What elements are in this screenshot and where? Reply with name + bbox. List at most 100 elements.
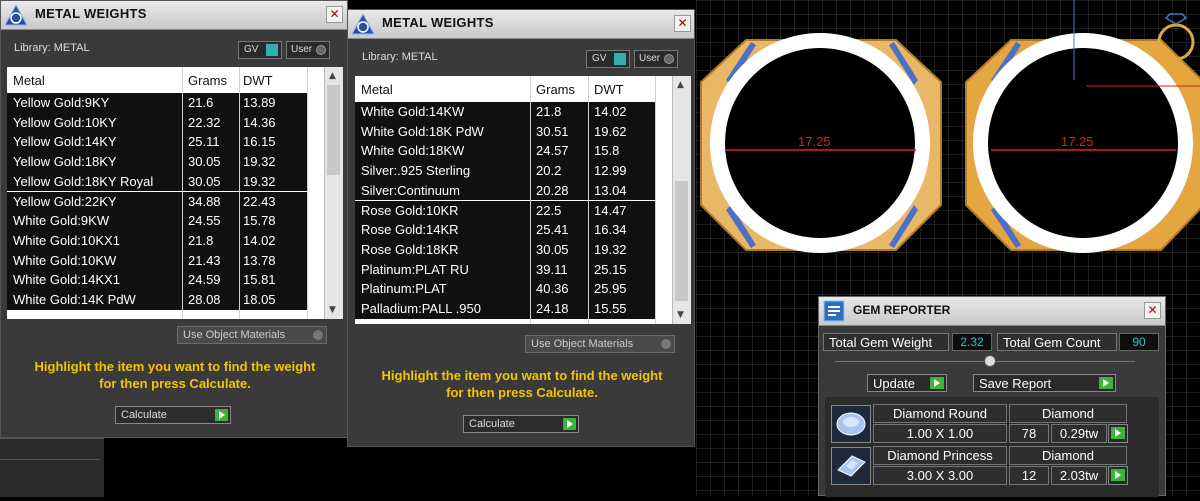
table-row[interactable]: White Gold:10KW 21.43 13.78 <box>7 250 307 271</box>
grams-value: 24.57 <box>536 143 569 159</box>
table-row[interactable]: Yellow Gold:10KY 22.32 14.36 <box>7 112 307 133</box>
table-row[interactable]: Yellow Gold:14KY 25.11 16.15 <box>7 132 307 153</box>
metal-name: Rose Gold:10KR <box>361 202 459 218</box>
gem-reporter-title: GEM REPORTER <box>853 303 951 317</box>
table-row[interactable]: Rose Gold:10KR 22.5 14.47 <box>355 200 655 221</box>
user-knob-icon <box>664 54 674 64</box>
gem-count: 12 <box>1009 466 1049 485</box>
gv-toggle[interactable]: GV <box>238 41 282 59</box>
gem-weight: 2.03tw <box>1051 466 1107 485</box>
calculate-button[interactable]: Calculate <box>463 415 579 433</box>
gem-select-button[interactable] <box>1108 466 1128 485</box>
instruction-text: Highlight the item you want to find the … <box>381 368 663 400</box>
scroll-thumb[interactable] <box>675 181 688 301</box>
play-icon <box>1111 469 1125 481</box>
metal-name: Yellow Gold:9KY <box>13 95 110 110</box>
save-report-button[interactable]: Save Report <box>973 374 1116 392</box>
grams-value: 24.55 <box>188 213 221 229</box>
metal-name: White Gold:10KW <box>13 252 117 268</box>
metal-name: Platinum:PLAT <box>361 281 447 297</box>
panel-titlebar[interactable]: METAL WEIGHTS ✕ <box>1 1 347 30</box>
app-logo-icon <box>4 3 28 26</box>
scroll-up-icon[interactable]: ▲ <box>329 71 336 81</box>
metal-weights-panel-left: METAL WEIGHTS ✕ Library: METAL GV User M… <box>0 0 348 438</box>
table-row[interactable]: White Gold:10KX1 21.8 14.02 <box>7 230 307 251</box>
table-row[interactable]: Rose Gold:14KR 25.41 16.34 <box>355 220 655 240</box>
table-row[interactable]: Yellow Gold:9KY 21.6 13.89 <box>7 93 307 113</box>
diamond-round-icon[interactable] <box>831 405 871 443</box>
dwt-value: 15.81 <box>243 272 276 288</box>
play-icon <box>1099 377 1113 389</box>
table-row[interactable]: Platinum:PLAT 40.36 25.95 <box>355 279 655 299</box>
grams-value: 39.11 <box>536 261 568 277</box>
scroll-up-icon[interactable]: ▲ <box>677 80 684 90</box>
metal-name: Platinum:PLAT RU <box>361 261 469 277</box>
metal-name: White Gold:18KW <box>361 143 465 159</box>
gem-reporter-titlebar[interactable]: GEM REPORTER ✕ <box>819 297 1165 326</box>
gem-size: 3.00 X 3.00 <box>873 466 1007 485</box>
grams-value: 30.05 <box>536 241 569 257</box>
close-icon[interactable]: ✕ <box>674 15 691 32</box>
table-scrollbar[interactable]: ▲ ▼ <box>324 67 343 319</box>
table-row[interactable]: Palladium:PALL .950 24.18 15.55 <box>355 299 655 319</box>
use-object-materials-toggle[interactable]: Use Object Materials <box>177 326 327 344</box>
grams-value: 20.28 <box>536 182 569 198</box>
grams-value: 21.8 <box>188 232 214 248</box>
splitter-handle[interactable] <box>984 355 996 367</box>
table-row[interactable]: White Gold:14KW 21.8 14.02 <box>355 102 655 122</box>
scroll-down-icon[interactable]: ▼ <box>677 310 684 320</box>
scroll-down-icon[interactable]: ▼ <box>329 305 336 315</box>
table-row[interactable]: White Gold:14K PdW 28.08 18.05 <box>7 290 307 310</box>
use-object-materials-toggle[interactable]: Use Object Materials <box>525 335 675 353</box>
gv-toggle[interactable]: GV <box>586 50 630 68</box>
grams-value: 22.5 <box>536 202 562 218</box>
dwt-value: 15.78 <box>243 213 276 229</box>
dwt-value: 16.15 <box>243 134 276 150</box>
table-row[interactable]: White Gold:14KX1 24.59 15.81 <box>7 270 307 290</box>
dwt-value: 25.95 <box>594 281 627 297</box>
dwt-value: 14.47 <box>594 202 627 218</box>
scroll-thumb[interactable] <box>327 85 340 175</box>
table-row[interactable]: Yellow Gold:18KY 30.05 19.32 <box>7 152 307 172</box>
gv-indicator <box>266 44 278 56</box>
table-row[interactable]: White Gold:18K PdW 30.51 19.62 <box>355 121 655 142</box>
toggle-knob-icon <box>313 330 323 340</box>
grams-value: 34.88 <box>188 193 221 209</box>
table-row[interactable]: White Gold:9KW 24.55 15.78 <box>7 211 307 231</box>
table-row[interactable]: White Gold:18KW 24.57 15.8 <box>355 141 655 162</box>
user-toggle[interactable]: User <box>634 50 678 68</box>
diamond-princess-icon[interactable] <box>831 447 871 485</box>
gem-name: Diamond Princess <box>873 446 1007 465</box>
close-icon[interactable]: ✕ <box>1144 302 1161 319</box>
total-gem-weight-value: 2.32 <box>952 333 992 351</box>
gv-indicator <box>614 53 626 65</box>
table-row[interactable]: Silver:.925 Sterling 20.2 12.99 <box>355 161 655 181</box>
calculate-button[interactable]: Calculate <box>115 406 231 424</box>
column-header-dwt: DWT <box>594 82 624 97</box>
play-icon <box>1111 427 1125 439</box>
table-row[interactable]: Yellow Gold:22KY 34.88 22.43 <box>7 191 307 212</box>
table-row[interactable]: Platinum:PLAT RU 39.11 25.15 <box>355 259 655 280</box>
metal-name: Yellow Gold:22KY <box>13 193 117 209</box>
user-toggle[interactable]: User <box>286 41 330 59</box>
metal-weights-panel-right: METAL WEIGHTS ✕ Library: METAL GV User M… <box>347 9 695 447</box>
toggle-knob-icon <box>661 339 671 349</box>
column-header-grams: Grams <box>188 73 227 88</box>
library-label: Library: METAL <box>362 51 438 63</box>
dwt-value: 19.32 <box>594 241 627 257</box>
close-icon[interactable]: ✕ <box>326 6 343 23</box>
panel-title: METAL WEIGHTS <box>35 6 147 21</box>
gem-material: Diamond <box>1009 404 1127 423</box>
metal-name: Yellow Gold:18KY <box>13 154 117 170</box>
table-row[interactable]: Yellow Gold:18KY Royal 30.05 19.32 <box>7 171 307 192</box>
update-button[interactable]: Update <box>867 374 947 392</box>
play-icon <box>215 409 228 421</box>
table-row[interactable]: Silver:Continuum 20.28 13.04 <box>355 180 655 201</box>
table-scrollbar[interactable]: ▲ ▼ <box>672 76 691 324</box>
gem-select-button[interactable] <box>1108 424 1128 443</box>
background-panel <box>0 438 104 497</box>
dwt-value: 15.8 <box>594 143 620 159</box>
panel-titlebar[interactable]: METAL WEIGHTS ✕ <box>348 10 694 39</box>
table-row[interactable]: Rose Gold:18KR 30.05 19.32 <box>355 239 655 260</box>
metal-name: White Gold:18K PdW <box>361 123 484 139</box>
